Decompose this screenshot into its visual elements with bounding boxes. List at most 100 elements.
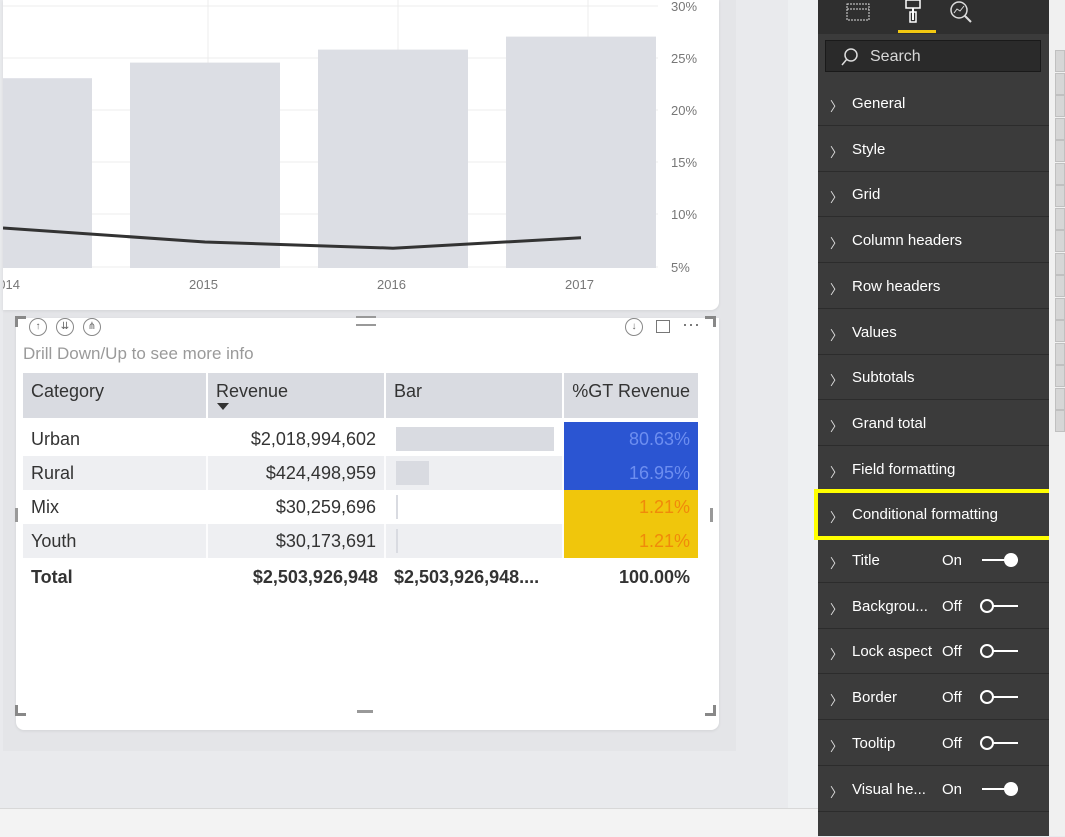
pane-edge-tab[interactable]: [1055, 95, 1065, 117]
drill-down-icon[interactable]: ⇊: [56, 318, 74, 336]
combo-chart: 30% 25% 20% 15% 10% 5% 2014 2015 2016 2017: [3, 0, 697, 292]
pane-edge-tab[interactable]: [1055, 72, 1065, 95]
category-cell: Mix: [23, 490, 208, 524]
pane-edge-tab[interactable]: [1055, 230, 1065, 252]
column-header-category[interactable]: Category: [23, 373, 208, 418]
section-conditional-formatting[interactable]: 〉 Conditional formatting: [818, 493, 1049, 538]
section-field-formatting[interactable]: 〉 Field formatting: [818, 448, 1049, 492]
drag-handle[interactable]: [356, 316, 376, 326]
focus-mode-icon[interactable]: [656, 320, 670, 333]
analytics-magnifier-icon[interactable]: [946, 0, 976, 30]
toggle-knob: [980, 735, 994, 750]
section-row-headers[interactable]: 〉 Row headers: [818, 265, 1049, 309]
pane-edge-tab[interactable]: [1055, 297, 1065, 320]
section-tooltip[interactable]: 〉 Tooltip Off: [818, 722, 1049, 766]
selection-corner-tr[interactable]: [705, 316, 716, 327]
pane-edge-tab[interactable]: [1055, 185, 1065, 207]
column-header-revenue[interactable]: Revenue: [208, 373, 386, 418]
gt-revenue-cell: 16.95%: [564, 456, 698, 490]
total-revenue: $2,503,926,948: [252, 567, 378, 587]
table-row[interactable]: Mix $30,259,696 1.21%: [23, 490, 698, 524]
drill-up-icon[interactable]: ↑: [29, 318, 47, 336]
data-bar: [396, 495, 399, 519]
section-label: Title: [852, 552, 880, 569]
combo-chart-visual[interactable]: 30% 25% 20% 15% 10% 5% 2014 2015 2016 2017: [3, 0, 719, 310]
section-values[interactable]: 〉 Values: [818, 311, 1049, 355]
section-border[interactable]: 〉 Border Off: [818, 676, 1049, 721]
pane-edge-tab[interactable]: [1055, 342, 1065, 365]
section-style[interactable]: 〉 Style: [818, 128, 1049, 172]
chevron-right-icon: 〉: [830, 739, 844, 755]
chevron-right-icon: 〉: [830, 282, 844, 298]
pane-edge-tab[interactable]: [1055, 162, 1065, 185]
bar-2017[interactable]: [506, 36, 656, 268]
more-options-icon[interactable]: ···: [682, 314, 700, 335]
section-label: General: [852, 95, 906, 112]
format-pane: Search 〉 General 〉 Style 〉 Grid 〉 Column header…: [818, 0, 1049, 836]
toggle-switch[interactable]: [980, 598, 1020, 613]
resize-handle-right[interactable]: [710, 508, 713, 522]
toggle-switch[interactable]: [980, 690, 1020, 705]
section-label: Lock aspect: [852, 643, 933, 661]
toggle-knob: [980, 690, 994, 705]
pane-edge-tab[interactable]: [1055, 252, 1065, 275]
chevron-right-icon: 〉: [830, 100, 844, 115]
section-label: Grand total: [852, 414, 927, 432]
section-grid[interactable]: 〉 Grid: [818, 173, 1049, 218]
table-row[interactable]: Urban $2,018,994,602 80.63%: [23, 422, 698, 456]
horizontal-scrollbar[interactable]: [0, 808, 818, 837]
pane-edge-tab[interactable]: [1055, 387, 1065, 410]
section-column-headers[interactable]: 〉 Column headers: [818, 219, 1049, 264]
pane-edge-tab[interactable]: [1055, 117, 1065, 140]
table-row[interactable]: Rural $424,498,959 16.95%: [23, 456, 698, 490]
x-axis-tick-label: 2016: [377, 277, 406, 292]
table-total-row: Total $2,503,926,948 $2,503,926,948.... …: [23, 558, 698, 598]
bar-2016[interactable]: [318, 49, 468, 268]
section-backgrou[interactable]: 〉 Backgrou... Off: [818, 585, 1049, 629]
chevron-right-icon: 〉: [830, 557, 844, 572]
gt-revenue-cell: 80.63%: [564, 422, 698, 456]
pane-edge-tab[interactable]: [1055, 140, 1065, 162]
resize-handle-bottom[interactable]: [357, 710, 373, 713]
section-label: Column headers: [852, 232, 963, 250]
column-header-bar[interactable]: Bar: [386, 373, 564, 418]
pane-edge-tab[interactable]: [1055, 50, 1065, 72]
pane-edge-tab[interactable]: [1055, 320, 1065, 342]
fields-tab-icon[interactable]: [844, 0, 874, 30]
selection-corner-br[interactable]: [705, 705, 716, 716]
toggle-switch[interactable]: [980, 735, 1020, 750]
bar-2014[interactable]: [3, 78, 92, 268]
pane-edge-tab[interactable]: [1055, 275, 1065, 297]
pane-edge-tab[interactable]: [1055, 365, 1065, 387]
format-paint-roller-icon[interactable]: [896, 0, 936, 33]
section-label: Values: [852, 323, 897, 341]
table-row[interactable]: Youth $30,173,691 1.21%: [23, 524, 698, 558]
selection-corner-tl[interactable]: [15, 316, 26, 327]
pane-edge-tabs: [1049, 0, 1065, 836]
section-label: Field formatting: [852, 460, 956, 478]
pane-edge-tab[interactable]: [1055, 207, 1065, 230]
drill-mode-icon[interactable]: ↓: [625, 318, 643, 336]
section-lock-aspect[interactable]: 〉 Lock aspect Off: [818, 630, 1049, 675]
section-general[interactable]: 〉 General: [818, 82, 1049, 126]
format-search-input[interactable]: Search: [825, 40, 1041, 72]
selection-corner-bl[interactable]: [15, 705, 26, 716]
category-cell: Rural: [23, 456, 208, 490]
column-header-gt-revenue[interactable]: %GT Revenue: [564, 373, 698, 418]
resize-handle-left[interactable]: [15, 508, 18, 522]
toggle-switch[interactable]: [980, 553, 1020, 567]
section-subtotals[interactable]: 〉 Subtotals: [818, 356, 1049, 401]
section-grand-total[interactable]: 〉 Grand total: [818, 402, 1049, 446]
chevron-right-icon: 〉: [830, 602, 844, 618]
column-header-label: %GT Revenue: [572, 381, 690, 401]
section-title[interactable]: 〉 Title On: [818, 539, 1049, 583]
chevron-right-icon: 〉: [830, 328, 844, 344]
toggle-knob: [980, 644, 994, 659]
expand-next-level-icon[interactable]: ⋔: [83, 318, 101, 336]
data-bar: [396, 529, 399, 553]
section-label: Border: [852, 689, 898, 707]
pane-edge-tab[interactable]: [1055, 410, 1065, 432]
section-visual-he[interactable]: 〉 Visual he... On: [818, 768, 1049, 812]
toggle-switch[interactable]: [980, 644, 1020, 659]
toggle-switch[interactable]: [980, 781, 1020, 796]
